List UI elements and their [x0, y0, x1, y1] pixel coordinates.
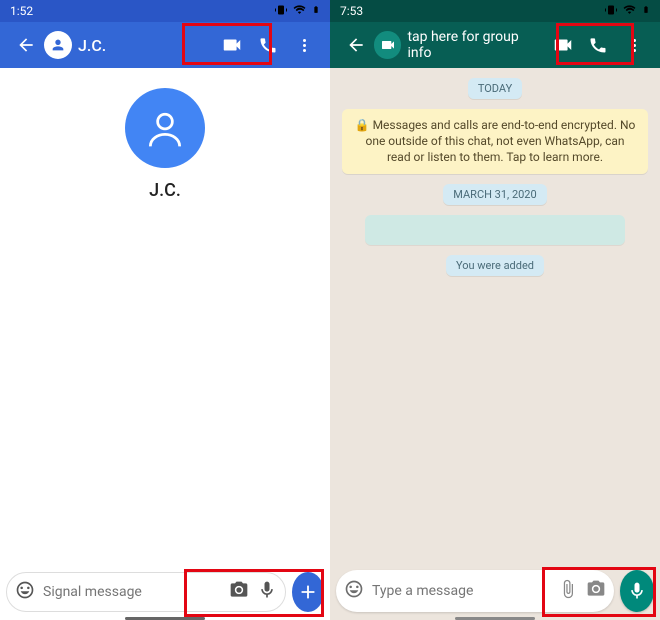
message-input-pill[interactable]: [336, 570, 614, 612]
signal-composer: [6, 570, 324, 614]
battery-icon: [642, 3, 650, 19]
signal-appbar: J.C.: [0, 22, 330, 68]
group-avatar[interactable]: [374, 31, 402, 59]
whatsapp-appbar: tap here for group info: [330, 22, 660, 68]
today-chip: TODAY: [468, 78, 522, 99]
wifi-icon: [623, 3, 636, 19]
you-were-added-chip: You were added: [446, 255, 544, 276]
signal-body: J.C.: [0, 68, 330, 562]
clock: 1:52: [10, 4, 33, 18]
camera-button[interactable]: [586, 579, 606, 603]
emoji-button[interactable]: [344, 579, 364, 603]
group-subtitle[interactable]: tap here for group info: [407, 29, 544, 61]
message-input[interactable]: [43, 584, 221, 600]
video-call-button[interactable]: [218, 31, 246, 59]
voice-message-button[interactable]: [620, 570, 654, 612]
camera-button[interactable]: [229, 580, 249, 604]
whatsapp-screen: 7:53 tap here for group info: [330, 0, 660, 620]
chat-area[interactable]: TODAY 🔒 Messages and calls are end-to-en…: [330, 68, 660, 562]
vibrate-icon: [605, 4, 617, 19]
system-row: [365, 215, 625, 245]
message-input[interactable]: [372, 583, 550, 599]
status-icons: [605, 3, 650, 19]
emoji-button[interactable]: [15, 580, 35, 604]
battery-icon: [312, 3, 320, 19]
contact-large-avatar: [125, 88, 205, 168]
voice-call-button[interactable]: [254, 31, 282, 59]
contact-title[interactable]: J.C.: [78, 36, 106, 55]
whatsapp-composer: [336, 568, 654, 614]
attach-plus-button[interactable]: [292, 572, 324, 612]
contact-name-label: J.C.: [149, 180, 181, 201]
attach-button[interactable]: [558, 579, 578, 603]
date-chip: MARCH 31, 2020: [443, 184, 546, 205]
encryption-notice[interactable]: 🔒 Messages and calls are end-to-end encr…: [342, 109, 648, 174]
status-icons: [275, 3, 320, 19]
voice-call-button[interactable]: [585, 31, 613, 59]
status-bar: 1:52: [0, 0, 330, 22]
back-button[interactable]: [342, 31, 370, 59]
message-input-pill[interactable]: [6, 572, 286, 612]
overflow-menu-button[interactable]: [290, 31, 318, 59]
status-bar: 7:53: [330, 0, 660, 22]
video-call-button[interactable]: [549, 31, 577, 59]
back-button[interactable]: [12, 31, 40, 59]
lock-icon: 🔒: [355, 118, 370, 132]
clock: 7:53: [340, 4, 363, 18]
mic-button[interactable]: [257, 580, 277, 604]
encryption-text: Messages and calls are end-to-end encryp…: [365, 118, 635, 164]
overflow-menu-button[interactable]: [620, 31, 648, 59]
contact-avatar[interactable]: [44, 31, 72, 59]
vibrate-icon: [275, 4, 287, 19]
wifi-icon: [293, 3, 306, 19]
signal-screen: 1:52 J.C.: [0, 0, 330, 620]
